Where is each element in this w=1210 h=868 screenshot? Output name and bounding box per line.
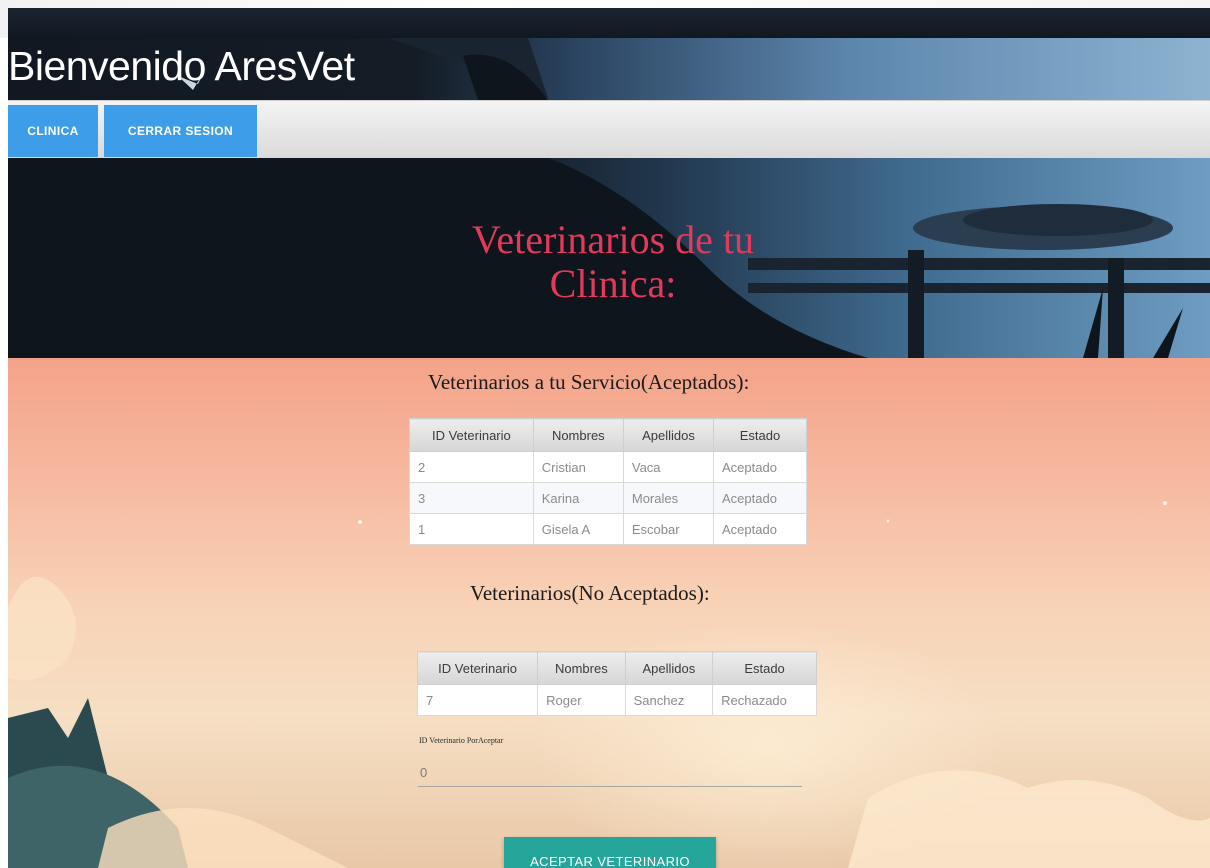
aceptar-veterinario-button[interactable]: ACEPTAR VETERINARIO: [504, 837, 716, 868]
table-cell: Cristian: [532, 451, 624, 483]
table-cell: 3: [409, 482, 534, 514]
column-header: ID Veterinario: [416, 651, 539, 685]
nav-clinica-button[interactable]: CLINICA: [8, 105, 98, 157]
column-header: Apellidos: [624, 651, 714, 685]
page-frame: Bienvenido AresVet CLINICA CERRAR SESION…: [8, 38, 1210, 868]
not-accepted-section-title: Veterinarios(No Aceptados):: [470, 581, 710, 605]
column-header: Nombres: [532, 418, 624, 452]
accepted-section-title: Veterinarios a tu Servicio(Aceptados):: [428, 370, 750, 394]
table-cell: Karina: [532, 482, 624, 514]
id-veterinario-input[interactable]: [418, 758, 802, 787]
table-cell: Gisela A: [532, 513, 624, 545]
accepted-vets-table: ID Veterinario Nombres Apellidos Estado …: [409, 418, 807, 545]
top-nav: CLINICA CERRAR SESION: [8, 100, 1210, 160]
table-row: 1 Gisela A Escobar Aceptado: [409, 513, 807, 545]
hero-banner: Veterinarios de tu Clinica:: [8, 158, 1210, 358]
table-cell: Aceptado: [713, 513, 807, 545]
app-title: Bienvenido AresVet: [8, 43, 355, 89]
table-cell: 7: [416, 684, 539, 716]
table-cell: Rechazado: [712, 684, 817, 716]
not-accepted-vets-table: ID Veterinario Nombres Apellidos Estado …: [416, 651, 817, 716]
column-header: Apellidos: [622, 418, 715, 452]
table-header-row: ID Veterinario Nombres Apellidos Estado: [416, 651, 817, 685]
nav-cerrar-sesion-button[interactable]: CERRAR SESION: [104, 105, 257, 157]
table-row: 3 Karina Morales Aceptado: [409, 482, 807, 514]
column-header: Nombres: [537, 651, 626, 685]
table-row: 7 Roger Sanchez Rechazado: [416, 684, 817, 716]
column-header: Estado: [713, 418, 807, 452]
column-header: ID Veterinario: [409, 418, 534, 452]
table-cell: Roger: [537, 684, 626, 716]
table-cell: Escobar: [622, 513, 715, 545]
table-cell: Vaca: [622, 451, 715, 483]
table-cell: 2: [409, 451, 534, 483]
table-cell: Aceptado: [713, 451, 807, 483]
table-cell: Sanchez: [624, 684, 714, 716]
table-cell: 1: [409, 513, 534, 545]
main-content: Veterinarios a tu Servicio(Aceptados): I…: [8, 358, 1210, 868]
id-veterinario-label: ID Veterinario PorAceptar: [419, 736, 504, 745]
hero-title: Veterinarios de tu Clinica:: [471, 217, 755, 306]
table-header-row: ID Veterinario Nombres Apellidos Estado: [409, 418, 807, 452]
site-header: Bienvenido AresVet: [8, 38, 1210, 100]
top-strip: [0, 0, 1210, 38]
table-row: 2 Cristian Vaca Aceptado: [409, 451, 807, 483]
column-header: Estado: [712, 651, 817, 685]
header-shadow-bar: [8, 8, 1210, 38]
table-cell: Morales: [622, 482, 715, 514]
table-cell: Aceptado: [713, 482, 807, 514]
